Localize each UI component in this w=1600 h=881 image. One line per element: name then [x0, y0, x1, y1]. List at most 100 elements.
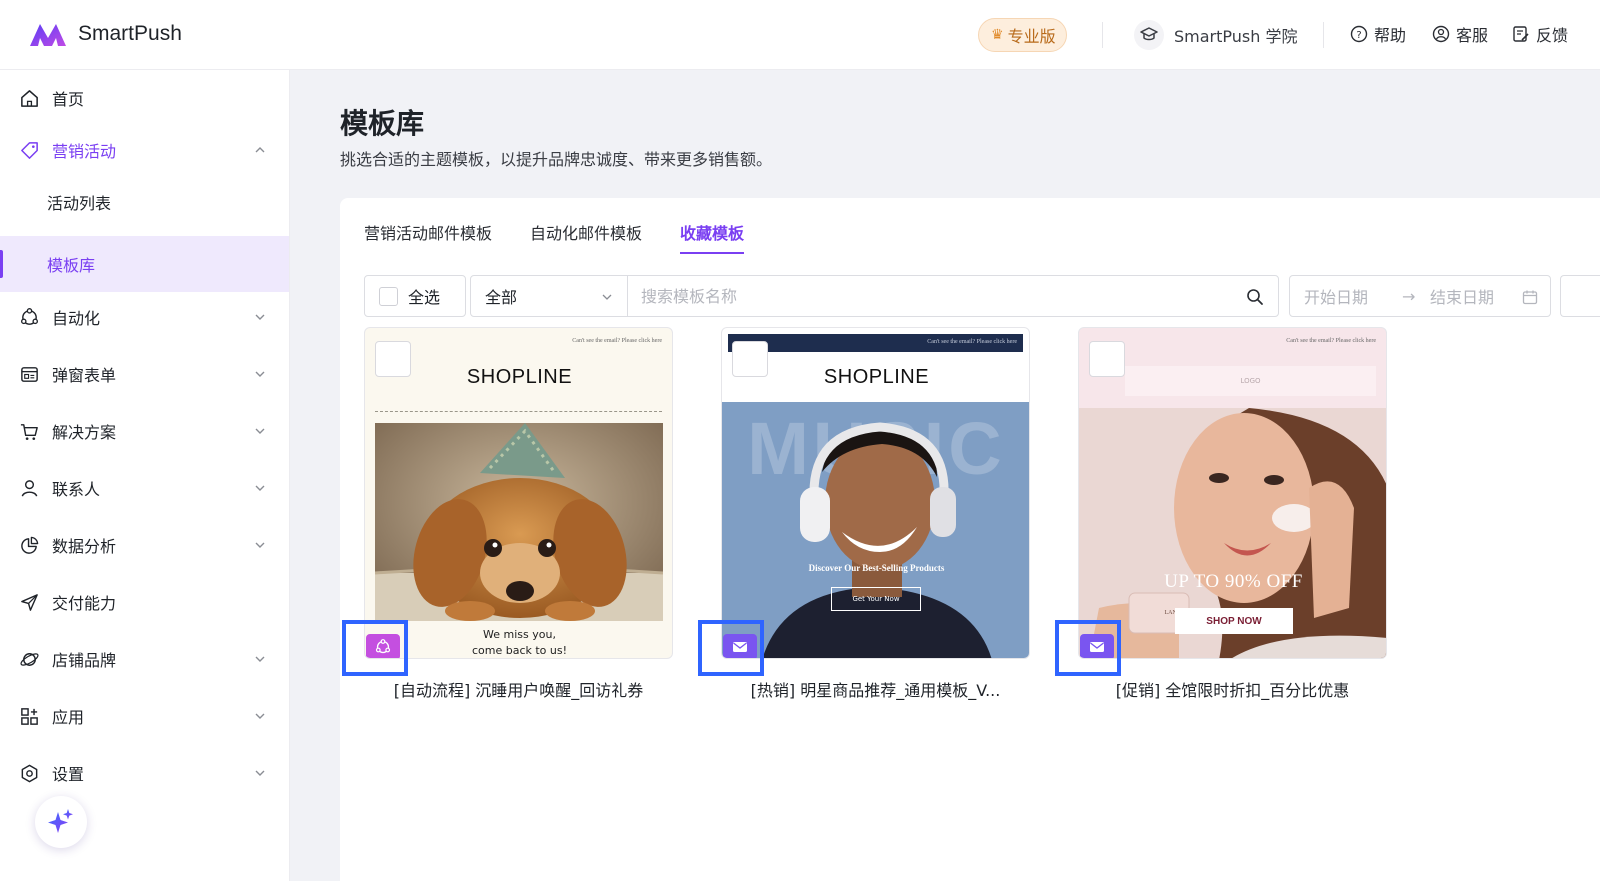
support-icon — [1432, 25, 1450, 43]
sidebar-item-settings[interactable]: 设置 — [0, 745, 289, 801]
sidebar-item-apps[interactable]: 应用 — [0, 688, 289, 744]
tab-campaign-email-templates[interactable]: 营销活动邮件模板 — [364, 220, 492, 254]
start-date-placeholder[interactable]: 开始日期 — [1304, 284, 1368, 308]
caption-line: We miss you, — [483, 628, 556, 641]
sidebar-item-store-brand[interactable]: 店铺品牌 — [0, 631, 289, 687]
svg-text:?: ? — [1356, 30, 1361, 41]
sidebar-item-template-library[interactable]: 模板库 — [0, 236, 289, 292]
template-panel: 营销活动邮件模板 自动化邮件模板 收藏模板 全选 全部 开始日期 → 结束日期 … — [340, 198, 1600, 881]
sidebar: 首页 营销活动 活动列表 模板库 自动化 弹窗表单 解决方案 联系人 数据分析 … — [0, 70, 290, 881]
template-thumbnail[interactable]: Can't see the email? Please click here L… — [1078, 327, 1387, 659]
template-card[interactable]: Can't see the email? Please click here L… — [1078, 327, 1387, 701]
brand-wordmark: SHOPLINE — [823, 366, 930, 388]
feedback-icon — [1513, 26, 1529, 42]
help-link[interactable]: ? 帮助 — [1350, 22, 1406, 46]
sidebar-item-campaign-list[interactable]: 活动列表 — [0, 174, 289, 230]
sidebar-item-popup-forms[interactable]: 弹窗表单 — [0, 346, 289, 402]
chevron-down-icon — [255, 656, 265, 662]
form-icon — [18, 363, 40, 385]
support-link[interactable]: 客服 — [1432, 22, 1488, 46]
filter-bar: 全选 全部 开始日期 → 结束日期 — [364, 275, 1600, 317]
smartpush-logo-icon — [30, 24, 66, 46]
plan-badge[interactable]: ♛ 专业版 — [978, 18, 1067, 52]
send-icon — [18, 591, 40, 613]
template-type-select[interactable]: 全部 — [470, 275, 628, 317]
person-icon — [18, 477, 40, 499]
page-title: 模板库 — [340, 107, 425, 140]
help-label: 帮助 — [1374, 26, 1407, 45]
template-tabs: 营销活动邮件模板 自动化邮件模板 收藏模板 — [364, 220, 782, 254]
chevron-down-icon — [255, 542, 265, 548]
graduation-cap-icon — [1134, 20, 1164, 50]
sidebar-item-label: 模板库 — [47, 256, 96, 275]
select-all-label: 全选 — [408, 288, 441, 307]
divider — [375, 411, 662, 412]
top-bar: SmartPush ♛ 专业版 SmartPush 学院 ? 帮助 客服 反馈 — [0, 0, 1600, 70]
template-card[interactable]: Can't see the email? Please click here S… — [364, 327, 673, 701]
sidebar-item-label: 首页 — [52, 90, 85, 109]
tab-automation-email-templates[interactable]: 自动化邮件模板 — [530, 220, 642, 254]
ai-assistant-button[interactable] — [35, 796, 87, 848]
template-thumbnail[interactable]: Can't see the email? Please click here S… — [364, 327, 673, 659]
automation-icon — [18, 306, 40, 328]
puppy-photo — [375, 423, 663, 621]
sidebar-item-analytics[interactable]: 数据分析 — [0, 517, 289, 573]
more-filter-control[interactable] — [1560, 275, 1600, 317]
chevron-down-icon — [255, 371, 265, 377]
caption-line: come back to us! — [471, 644, 568, 657]
brand-name: SmartPush — [78, 22, 182, 45]
sidebar-item-label: 店铺品牌 — [52, 651, 117, 670]
sidebar-item-label: 自动化 — [52, 309, 101, 328]
end-date-placeholder[interactable]: 结束日期 — [1430, 284, 1494, 308]
email-header-bar: Can't see the email? Please click here — [728, 334, 1023, 352]
sidebar-item-deliverability[interactable]: 交付能力 — [0, 574, 289, 630]
sidebar-item-label: 活动列表 — [47, 194, 112, 213]
search-icon[interactable] — [1246, 288, 1264, 306]
plan-badge-label: 专业版 — [1007, 27, 1056, 46]
card-select-checkbox[interactable] — [732, 341, 768, 377]
academy-link[interactable]: SmartPush 学院 — [1134, 18, 1297, 52]
sparkle-icon — [48, 809, 73, 833]
sidebar-item-contacts[interactable]: 联系人 — [0, 460, 289, 516]
feedback-link[interactable]: 反馈 — [1512, 22, 1568, 46]
brand-logo[interactable]: SmartPush — [28, 20, 182, 48]
chevron-down-icon — [255, 485, 265, 491]
help-icon: ? — [1350, 25, 1368, 43]
tab-favorite-templates[interactable]: 收藏模板 — [680, 220, 745, 254]
cart-icon — [18, 420, 40, 442]
sidebar-item-home[interactable]: 首页 — [0, 70, 289, 126]
hero-cta-button: SHOP NOW — [1175, 608, 1293, 634]
hero-banner: MUSIC Discover Our Best-Selling Products… — [722, 402, 1029, 658]
headphones-man-photo — [762, 422, 992, 658]
sidebar-item-automation[interactable]: 自动化 — [0, 289, 289, 345]
template-thumbnail[interactable]: Can't see the email? Please click here S… — [721, 327, 1030, 659]
email-caption: We miss you, come back to us! — [365, 627, 672, 658]
template-name: [促销] 全馆限时折扣_百分比优惠 — [1115, 681, 1350, 700]
hero-headline: UP TO 90% OFF — [1164, 571, 1303, 592]
sidebar-item-label: 弹窗表单 — [52, 366, 117, 385]
card-select-checkbox[interactable] — [375, 341, 411, 377]
pie-chart-icon — [18, 534, 40, 556]
tag-icon — [18, 139, 40, 161]
sidebar-item-solutions[interactable]: 解决方案 — [0, 403, 289, 459]
sidebar-item-label: 数据分析 — [52, 537, 117, 556]
highlight-box — [698, 620, 764, 676]
date-range-picker[interactable]: 开始日期 → 结束日期 — [1289, 275, 1551, 317]
sidebar-item-marketing[interactable]: 营销活动 — [0, 122, 289, 178]
crown-icon: ♛ — [991, 27, 1004, 43]
search-input[interactable] — [628, 276, 1228, 316]
checkbox-box — [379, 286, 398, 306]
template-card[interactable]: Can't see the email? Please click here S… — [721, 327, 1030, 701]
email-header-fine-print: Can't see the email? Please click here — [572, 338, 662, 344]
academy-label: SmartPush 学院 — [1174, 27, 1298, 46]
divider — [1102, 22, 1103, 48]
email-header-fine-print: Can't see the email? Please click here — [1286, 338, 1376, 344]
divider — [1323, 22, 1324, 48]
card-select-checkbox[interactable] — [1089, 341, 1125, 377]
select-all-checkbox[interactable]: 全选 — [364, 275, 466, 317]
sidebar-item-label: 设置 — [52, 765, 85, 784]
template-type-value: 全部 — [485, 288, 518, 307]
template-name: [自动流程] 沉睡用户唤醒_回访礼券 — [393, 681, 644, 700]
settings-icon — [18, 762, 40, 784]
brand-wordmark: SHOPLINE — [466, 366, 573, 388]
